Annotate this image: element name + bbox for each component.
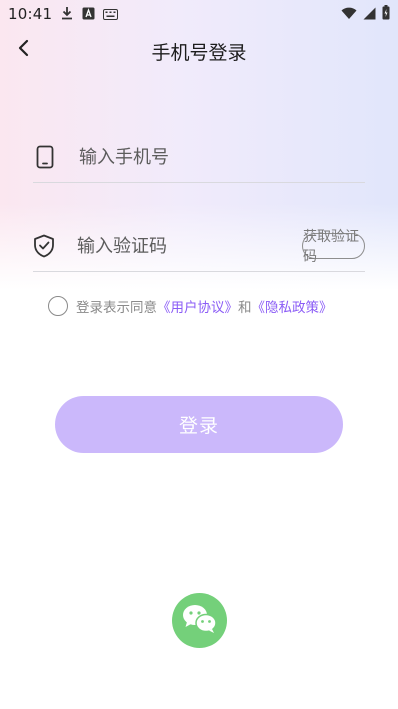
status-bar: 10:41 [0,0,398,28]
keyboard-icon [103,5,119,24]
signal-icon [363,5,376,24]
login-screen: 10:41 手机号登录 输入手机号 输入验证码 获取验证码 登录表示同意 《用户… [0,0,398,709]
agreement-checkbox[interactable] [48,296,68,316]
battery-icon [382,4,390,24]
code-input[interactable] [77,231,302,261]
login-button[interactable]: 登录 [55,396,343,453]
agreement-conjunction: 和 [238,300,252,316]
phone-row [33,132,365,183]
phone-icon [33,145,57,169]
keyboard-a-icon [82,5,95,24]
page-title: 手机号登录 [151,42,247,64]
wifi-icon [341,5,357,24]
wechat-icon [181,603,219,639]
status-right [341,4,390,24]
status-left: 10:41 [8,5,119,24]
phone-input[interactable] [79,142,365,172]
header: 手机号登录 [0,28,398,72]
shield-check-icon [33,234,55,258]
wechat-login-button[interactable] [172,593,227,648]
privacy-policy-link[interactable]: 《隐私政策》 [252,296,333,316]
get-code-button[interactable]: 获取验证码 [302,229,365,265]
status-time: 10:41 [8,5,53,23]
user-agreement-link[interactable]: 《用户协议》 [157,296,238,316]
agreement: 登录表示同意 《用户协议》 和 《隐私政策》 [48,296,333,316]
code-row: 获取验证码 [33,221,365,272]
agreement-prefix: 登录表示同意 [76,300,157,316]
download-icon [60,5,74,24]
